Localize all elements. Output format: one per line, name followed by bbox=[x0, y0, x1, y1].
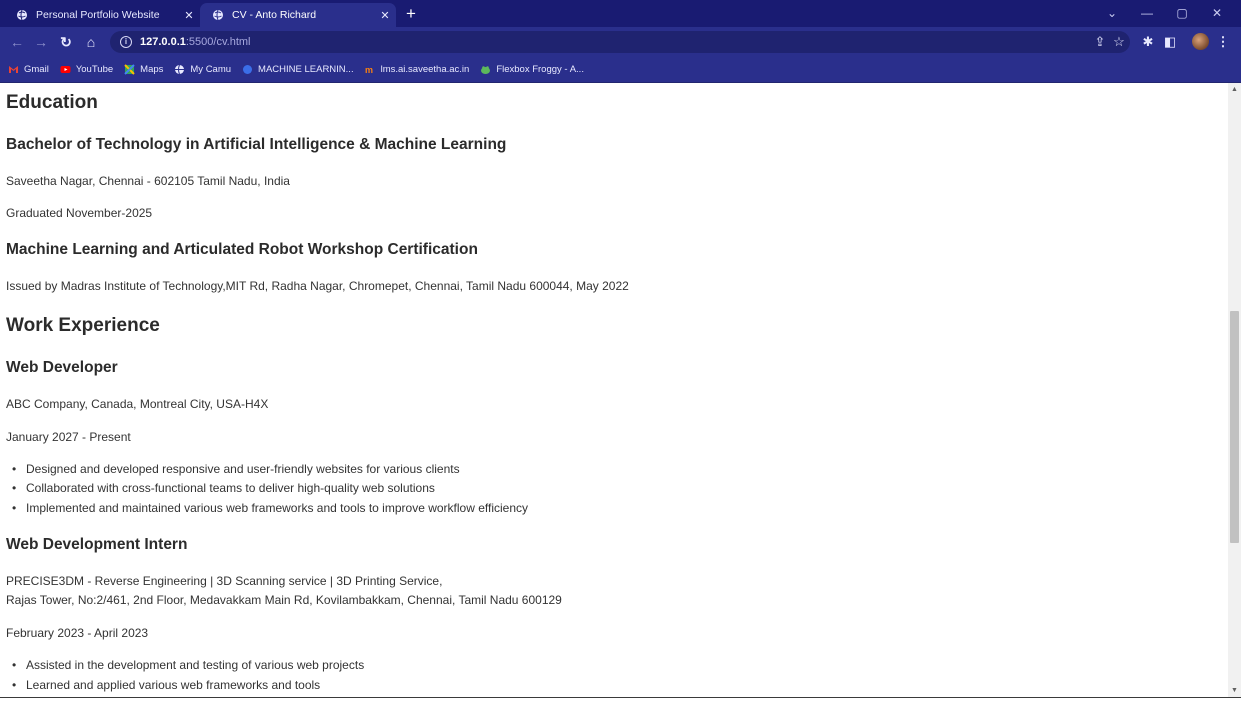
job-bullet: Implemented and maintained various web f… bbox=[12, 501, 528, 515]
address-bar[interactable]: i 127.0.0.1:5500/cv.html bbox=[110, 31, 1130, 53]
bookmark-label: lms.ai.saveetha.ac.in bbox=[380, 64, 470, 75]
job-dates: February 2023 - April 2023 bbox=[6, 626, 149, 640]
side-panel-icon[interactable]: ◧ bbox=[1161, 32, 1179, 52]
maps-icon bbox=[124, 64, 135, 75]
job-bullet: Designed and developed responsive and us… bbox=[12, 462, 460, 476]
tab-search-icon[interactable]: ⌄ bbox=[1095, 0, 1129, 27]
job-address: Rajas Tower, No:2/461, 2nd Floor, Medava… bbox=[6, 593, 562, 607]
profile-avatar[interactable] bbox=[1192, 33, 1209, 50]
bookmark-label: Maps bbox=[140, 64, 164, 75]
bookmark-machine-learning[interactable]: MACHINE LEARNIN... bbox=[242, 64, 354, 75]
moodle-icon: m bbox=[365, 65, 373, 75]
bookmark-label: MACHINE LEARNIN... bbox=[258, 64, 354, 75]
youtube-icon bbox=[60, 66, 71, 73]
tab-title: CV - Anto Richard bbox=[232, 9, 317, 21]
frog-icon bbox=[481, 66, 491, 74]
blue-circle-icon bbox=[243, 65, 253, 74]
bookmark-star-icon[interactable]: ☆ bbox=[1110, 32, 1128, 52]
globe-icon bbox=[213, 9, 223, 21]
bookmark-label: YouTube bbox=[75, 64, 114, 75]
bookmark-my-camu[interactable]: My Camu bbox=[174, 64, 231, 75]
toolbar: ← → ↻ ⌂ i 127.0.0.1:5500/cv.html ⇪ ☆ ✱ ◧… bbox=[0, 27, 1241, 57]
work-experience-heading: Work Experience bbox=[6, 315, 160, 336]
bookmark-label: My Camu bbox=[190, 64, 232, 75]
url-path: :5500/cv.html bbox=[185, 36, 251, 48]
close-icon[interactable]: ✕ bbox=[178, 9, 200, 22]
close-window-icon[interactable]: ✕ bbox=[1200, 0, 1234, 27]
page-viewport: Education Bachelor of Technology in Arti… bbox=[0, 83, 1228, 697]
job-title: Web Developer bbox=[6, 359, 118, 376]
site-info-icon[interactable]: i bbox=[120, 36, 132, 48]
certification-title: Machine Learning and Articulated Robot W… bbox=[6, 241, 478, 258]
bookmark-maps[interactable]: Maps bbox=[124, 64, 163, 75]
job-dates: January 2027 - Present bbox=[6, 430, 131, 444]
gmail-icon bbox=[9, 66, 18, 73]
bookmarks-bar: Gmail YouTube Maps My Camu MACHINE LEARN… bbox=[0, 57, 1241, 83]
extensions-icon[interactable]: ✱ bbox=[1139, 32, 1157, 52]
job-title: Web Development Intern bbox=[6, 536, 188, 553]
home-icon[interactable]: ⌂ bbox=[81, 32, 101, 52]
degree-title: Bachelor of Technology in Artificial Int… bbox=[6, 136, 507, 153]
minimize-icon[interactable]: — bbox=[1130, 0, 1164, 27]
bookmark-gmail[interactable]: Gmail bbox=[8, 64, 49, 75]
education-heading: Education bbox=[6, 92, 98, 113]
vertical-scrollbar[interactable]: ▲ ▼ bbox=[1228, 83, 1241, 697]
tab-portfolio[interactable]: Personal Portfolio Website ✕ bbox=[4, 3, 200, 27]
scroll-down-arrow-icon[interactable]: ▼ bbox=[1231, 687, 1238, 694]
bookmark-youtube[interactable]: YouTube bbox=[60, 64, 113, 75]
degree-graduated: Graduated November-2025 bbox=[6, 206, 153, 220]
certification-issuer: Issued by Madras Institute of Technology… bbox=[6, 279, 629, 293]
new-tab-button[interactable]: + bbox=[401, 4, 421, 24]
restore-icon[interactable]: ▢ bbox=[1165, 0, 1199, 27]
globe-icon bbox=[17, 9, 27, 21]
bookmark-label: Flexbox Froggy - A... bbox=[496, 64, 584, 75]
bookmark-label: Gmail bbox=[24, 64, 49, 75]
url-host: 127.0.0.1 bbox=[140, 36, 186, 48]
bookmark-flexbox-froggy[interactable]: Flexbox Froggy - A... bbox=[480, 64, 584, 75]
tab-title: Personal Portfolio Website bbox=[36, 9, 160, 21]
scroll-up-arrow-icon[interactable]: ▲ bbox=[1231, 86, 1238, 93]
tab-strip: Personal Portfolio Website ✕ CV - Anto R… bbox=[0, 0, 1241, 27]
menu-kebab-icon[interactable]: ⋮ bbox=[1214, 32, 1232, 52]
back-icon[interactable]: ← bbox=[7, 32, 27, 52]
tab-cv[interactable]: CV - Anto Richard ✕ bbox=[200, 3, 396, 27]
job-bullet: Assisted in the development and testing … bbox=[12, 658, 364, 672]
job-company: PRECISE3DM - Reverse Engineering | 3D Sc… bbox=[6, 574, 443, 588]
degree-location: Saveetha Nagar, Chennai - 602105 Tamil N… bbox=[6, 174, 290, 188]
scrollbar-thumb[interactable] bbox=[1230, 311, 1239, 543]
reload-icon[interactable]: ↻ bbox=[56, 32, 76, 52]
forward-icon[interactable]: → bbox=[31, 32, 51, 52]
job-bullet: Learned and applied various web framewor… bbox=[12, 678, 320, 692]
window-bottom-edge bbox=[0, 697, 1241, 703]
close-icon[interactable]: ✕ bbox=[374, 9, 396, 22]
job-bullet: Collaborated with cross-functional teams… bbox=[12, 481, 435, 495]
bookmark-lms[interactable]: m lms.ai.saveetha.ac.in bbox=[365, 64, 470, 75]
globe-icon bbox=[175, 64, 185, 75]
svg-text:m: m bbox=[365, 65, 373, 75]
job-company: ABC Company, Canada, Montreal City, USA-… bbox=[6, 397, 269, 411]
share-icon[interactable]: ⇪ bbox=[1091, 32, 1109, 52]
